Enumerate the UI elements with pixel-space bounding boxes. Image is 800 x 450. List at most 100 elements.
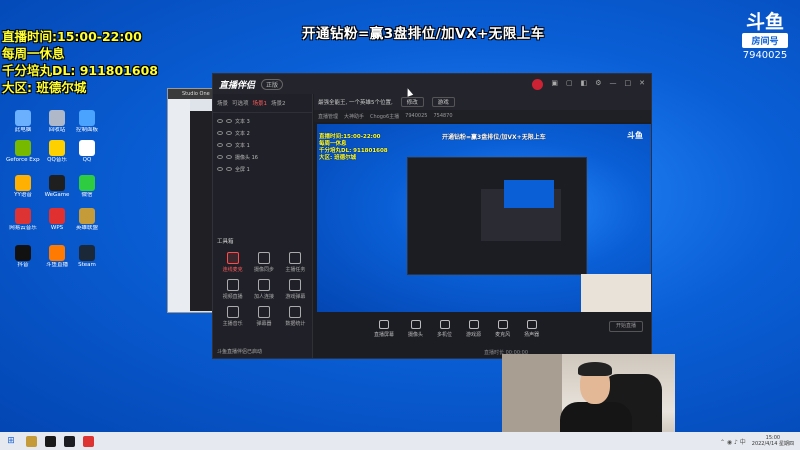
- tool-label: 连线麦克: [222, 267, 243, 273]
- scene-tab[interactable]: 可选项: [232, 99, 249, 107]
- minimize-icon[interactable]: —: [610, 79, 617, 90]
- stream-meta-bar: 直播管理 大神助手 Chogo6主播 7940025 754870: [314, 110, 651, 122]
- promo-banner: 开通钻粉=赢3盘排位/加VX+无限上车: [302, 26, 545, 42]
- desktop-icon-label: QQ: [82, 157, 92, 163]
- toolbox-item[interactable]: 弹幕器: [248, 306, 279, 327]
- desktop-icon[interactable]: 英雄联盟: [70, 208, 104, 232]
- source-item[interactable]: 全屏 1: [217, 163, 308, 175]
- capture-button[interactable]: 摄像头: [408, 320, 423, 338]
- source-item[interactable]: 摄像头 16: [217, 151, 308, 163]
- eye-icon[interactable]: [217, 167, 223, 171]
- desktop-icon[interactable]: WPS: [40, 208, 74, 232]
- edit-title-button[interactable]: 修改: [400, 97, 424, 107]
- desktop-icon[interactable]: 回收站: [40, 110, 74, 134]
- category-button[interactable]: 游戏: [431, 97, 455, 107]
- app-icon: [15, 208, 31, 224]
- source-item[interactable]: 文本 2: [217, 127, 308, 139]
- meta-item[interactable]: 7940025: [405, 113, 427, 119]
- live-companion-window[interactable]: 直播伴侣 正版 ▣ ▢ ◧ ⚙ — □ ✕ 场景 可选项 场景1 场景2 文本 3 文本…: [212, 73, 652, 359]
- capture-button[interactable]: 麦克风: [495, 320, 510, 338]
- capture-icon: [468, 320, 479, 329]
- source-item[interactable]: 文本 3: [217, 115, 308, 127]
- eye-icon[interactable]: [217, 143, 223, 147]
- source-label: 摄像头 16: [235, 154, 258, 161]
- toolbox-item[interactable]: 数据统计: [280, 306, 311, 327]
- desktop-icon[interactable]: QQ音乐: [40, 140, 74, 164]
- capture-button[interactable]: 多机位: [437, 320, 452, 338]
- lock-icon[interactable]: [226, 131, 232, 135]
- user-avatar[interactable]: [532, 78, 544, 90]
- preview-logo: 斗鱼: [627, 131, 643, 140]
- skin-icon[interactable]: ◧: [581, 79, 588, 90]
- desktop-icon[interactable]: YY语音: [6, 175, 40, 199]
- capture-button[interactable]: 扬声器: [524, 320, 539, 338]
- toolbox-item[interactable]: 主播音乐: [217, 306, 248, 327]
- eye-icon[interactable]: [217, 155, 223, 159]
- desktop-icon[interactable]: 微信: [70, 175, 104, 199]
- scene-tab[interactable]: 场景: [217, 99, 228, 107]
- eye-icon[interactable]: [217, 119, 223, 123]
- desktop-icon[interactable]: QQ: [70, 140, 104, 164]
- status-left: 斗鱼直播伴侣已启动: [217, 349, 263, 355]
- go-live-button[interactable]: 开始直播: [609, 321, 643, 332]
- tool-label: 主播任务: [285, 267, 306, 273]
- scene-tab[interactable]: 场景1: [253, 99, 268, 107]
- tray-icons[interactable]: ⌃ ◉ ♪ 中: [720, 437, 746, 446]
- maximize-icon[interactable]: □: [625, 79, 632, 90]
- lock-icon[interactable]: [226, 143, 232, 147]
- desktop-icon[interactable]: 此电脑: [6, 110, 40, 134]
- stream-preview[interactable]: 直播时间:15:00-22:00 每周一休息 千分培丸DL: 911801608…: [317, 124, 651, 312]
- close-icon[interactable]: ✕: [639, 79, 645, 90]
- tool-label: 数据统计: [285, 321, 306, 327]
- taskbar-companion-icon[interactable]: [64, 435, 75, 447]
- app-icon: [49, 245, 65, 261]
- toolbox-item[interactable]: 游戏弹幕: [280, 279, 311, 300]
- lock-icon[interactable]: [226, 167, 232, 171]
- desktop-icon[interactable]: Steam: [70, 245, 104, 269]
- taskbar-music-icon[interactable]: [83, 435, 94, 447]
- gift-icon[interactable]: ▣: [551, 79, 558, 90]
- desktop-icon[interactable]: 网易云音乐: [6, 208, 40, 232]
- preview-banner: 开通钻粉=赢3盘排位/加VX+无限上车: [442, 134, 546, 141]
- taskbar-lol-icon[interactable]: [26, 435, 37, 447]
- desktop-icon-label: 抖音: [17, 262, 29, 268]
- desktop-icon[interactable]: 斗鱼直播: [40, 245, 74, 269]
- capture-label: 扬声器: [524, 332, 540, 338]
- desktop-icon-label: 回收站: [48, 127, 66, 133]
- clock[interactable]: 15:00 2022/4/14 星期四: [752, 435, 794, 447]
- desktop-icon[interactable]: 控制面板: [70, 110, 104, 134]
- capture-button[interactable]: 游戏源: [466, 320, 481, 338]
- desktop-icon-label: 英雄联盟: [75, 225, 98, 231]
- toolbox-item[interactable]: 主播任务: [280, 252, 311, 273]
- meta-item[interactable]: 754870: [433, 113, 452, 119]
- desktop-icon[interactable]: Geforce Experience: [6, 140, 40, 164]
- lock-icon[interactable]: [226, 119, 232, 123]
- studio-one-window[interactable]: Studio One: [167, 88, 215, 313]
- scene-tab[interactable]: 场景2: [271, 99, 286, 107]
- taskbar-terminal-icon[interactable]: [45, 435, 56, 447]
- window-titlebar[interactable]: 直播伴侣 正版 ▣ ▢ ◧ ⚙ — □ ✕: [213, 74, 651, 94]
- desktop-icon[interactable]: WeGame: [40, 175, 74, 199]
- eye-icon[interactable]: [217, 131, 223, 135]
- meta-item[interactable]: 直播管理: [318, 113, 338, 120]
- toolbox-item[interactable]: 加人连接: [248, 279, 279, 300]
- capture-button[interactable]: 直播屏幕: [374, 320, 394, 338]
- message-icon[interactable]: ▢: [566, 79, 573, 90]
- toolbox-item[interactable]: 连线麦克: [217, 252, 248, 273]
- rest-day: 每周一休息: [2, 46, 65, 61]
- settings-icon[interactable]: ⚙: [595, 79, 601, 90]
- stream-title[interactable]: 最强全能王, 一个英雄5个位置,: [318, 98, 393, 106]
- system-tray: ⌃ ◉ ♪ 中 15:00 2022/4/14 星期四: [720, 435, 800, 447]
- toolbox-item[interactable]: 摄像同步: [248, 252, 279, 273]
- lock-icon[interactable]: [226, 155, 232, 159]
- preview-info-line: 直播时间:15:00-22:00: [319, 134, 381, 140]
- windows-start-icon[interactable]: ⊞: [0, 436, 22, 446]
- source-item[interactable]: 文本 1: [217, 139, 308, 151]
- stream-info-overlay: 直播时间:15:00-22:00 每周一休息 千分培丸DL: 911801608…: [2, 28, 158, 96]
- tool-icon: [257, 306, 270, 318]
- meta-item[interactable]: Chogo6主播: [370, 113, 399, 120]
- desktop-icon[interactable]: 抖音: [6, 245, 40, 269]
- meta-item[interactable]: 大神助手: [344, 113, 364, 120]
- toolbox-item[interactable]: 视频直播: [217, 279, 248, 300]
- app-icon: [79, 140, 95, 156]
